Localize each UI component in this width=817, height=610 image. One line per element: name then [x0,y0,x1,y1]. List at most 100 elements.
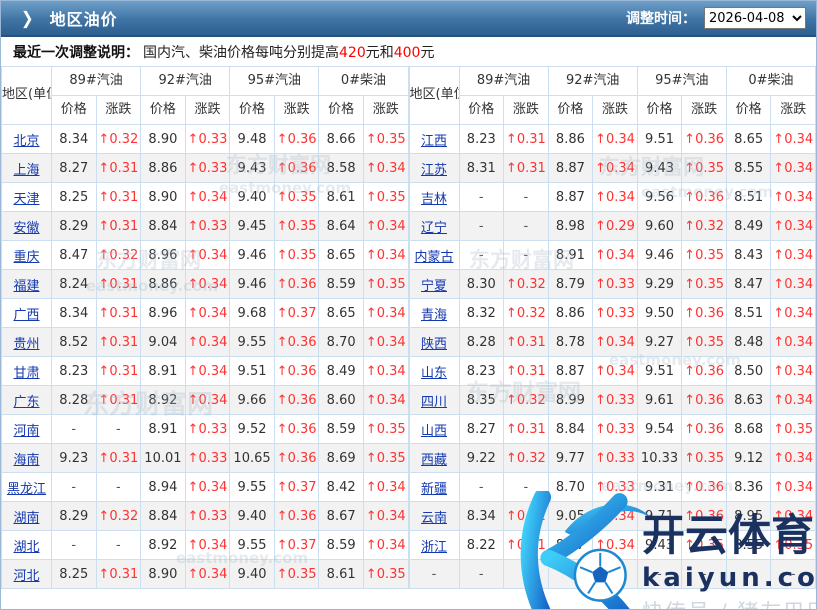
region-link[interactable]: 西藏 [421,453,447,468]
price-cell: - [459,183,504,212]
region-link[interactable]: 河南 [13,424,39,439]
region-link[interactable]: 广西 [13,308,39,323]
change-cell: ↑0.34 [185,560,230,589]
region-link[interactable]: 新疆 [421,482,447,497]
price-cell: 8.86 [141,270,186,299]
change-cell: ↑0.33 [185,502,230,531]
price-cell: 8.63 [726,386,771,415]
price-cell: 9.04 [141,328,186,357]
price-cell: 9.43 [637,531,682,560]
region-link[interactable]: 甘肃 [13,366,39,381]
price-cell: 8.34 [52,125,97,154]
change-cell: ↑0.29 [593,212,638,241]
region-link[interactable]: 辽宁 [421,221,447,236]
price-cell: 8.99 [548,386,593,415]
region-link[interactable]: 江西 [421,134,447,149]
table-row: 山东8.23↑0.318.87↑0.349.51↑0.368.50↑0.34 [409,357,816,386]
table-row: 西藏9.22↑0.329.77↑0.3310.33↑0.359.12↑0.34 [409,444,816,473]
region-cell: 安徽 [2,212,52,241]
change-header: 涨跌 [185,96,230,125]
notice-label: 最近一次调整说明： [13,42,139,62]
price-cell: 9.29 [637,270,682,299]
price-cell: 8.79 [548,270,593,299]
adjust-time-select[interactable]: 2026-04-08 [704,7,806,29]
region-link[interactable]: 云南 [421,511,447,526]
region-link[interactable]: 上海 [13,163,39,178]
change-cell: ↑0.36 [274,386,319,415]
region-link[interactable]: 四川 [421,395,447,410]
region-link[interactable]: 海南 [13,453,39,468]
change-cell: ↑0.35 [771,415,816,444]
price-cell: 8.84 [548,415,593,444]
change-cell: - [593,560,638,589]
region-link[interactable]: 黑龙江 [7,482,46,497]
region-cell: 四川 [409,386,459,415]
region-link[interactable]: 宁夏 [421,279,447,294]
price-cell: 8.84 [141,212,186,241]
region-link[interactable]: 安徽 [13,221,39,236]
change-header: 涨跌 [274,96,319,125]
price-cell: - [459,212,504,241]
price-header: 价格 [548,96,593,125]
region-link[interactable]: 福建 [13,279,39,294]
change-cell: ↑0.31 [504,154,549,183]
table-row: 福建8.24↑0.318.86↑0.349.46↑0.368.59↑0.35 [2,270,409,299]
price-header: 价格 [52,96,97,125]
region-link[interactable]: 湖北 [13,540,39,555]
price-cell: 8.87 [548,531,593,560]
region-link[interactable]: 山东 [421,366,447,381]
region-link[interactable]: 广东 [13,395,39,410]
region-link[interactable]: 浙江 [421,540,447,555]
price-cell: 8.65 [319,241,364,270]
price-cell: 8.43 [726,241,771,270]
change-header: 涨跌 [96,96,141,125]
region-link[interactable]: 山西 [421,424,447,439]
price-header: 价格 [141,96,186,125]
change-cell: ↑0.37 [274,531,319,560]
region-cell: 陕西 [409,328,459,357]
change-cell: ↑0.34 [593,531,638,560]
change-cell: ↑0.34 [771,270,816,299]
price-cell: - [548,560,593,589]
change-cell: ↑0.31 [504,415,549,444]
change-cell: ↑0.34 [771,357,816,386]
change-cell: ↑0.34 [363,502,408,531]
region-link[interactable]: 河北 [13,569,39,584]
region-link[interactable]: 青海 [421,308,447,323]
change-cell: ↑0.36 [274,125,319,154]
change-cell: ↑0.34 [771,328,816,357]
change-cell: ↑0.36 [274,154,319,183]
region-link[interactable]: 吉林 [421,192,447,207]
region-link[interactable]: 江苏 [421,163,447,178]
region-cell: 福建 [2,270,52,299]
region-link[interactable]: 内蒙古 [414,250,453,265]
change-cell: ↑0.33 [185,125,230,154]
region-link[interactable]: 重庆 [13,250,39,265]
region-cell: 黑龙江 [2,473,52,502]
region-link[interactable]: 湖南 [13,511,39,526]
change-cell: ↑0.34 [593,154,638,183]
price-cell: 8.90 [141,560,186,589]
region-link[interactable]: 北京 [13,134,39,149]
region-cell: 浙江 [409,531,459,560]
region-cell: 青海 [409,299,459,328]
price-cell: 9.68 [230,299,275,328]
change-cell: ↑0.35 [682,444,727,473]
change-cell: ↑0.34 [363,473,408,502]
table-row: 北京8.34↑0.328.90↑0.339.48↑0.368.66↑0.35 [2,125,409,154]
change-cell: ↑0.36 [274,415,319,444]
change-cell: ↑0.35 [363,270,408,299]
region-link[interactable]: 天津 [13,192,39,207]
price-cell: 9.55 [230,473,275,502]
price-cell: 8.86 [141,154,186,183]
region-link[interactable]: 陕西 [421,337,447,352]
change-cell: ↑0.34 [363,212,408,241]
price-cell: 9.40 [230,502,275,531]
table-row: 贵州8.52↑0.319.04↑0.349.55↑0.368.70↑0.34 [2,328,409,357]
change-cell: ↑0.34 [771,125,816,154]
price-cell: 8.23 [459,125,504,154]
region-link[interactable]: 贵州 [13,337,39,352]
notice-text: 国内汽、柴油价格每吨分别提高420元和400元 [143,42,434,62]
group-89-header: 89#汽油 [459,67,548,96]
change-cell: ↑0.33 [185,154,230,183]
